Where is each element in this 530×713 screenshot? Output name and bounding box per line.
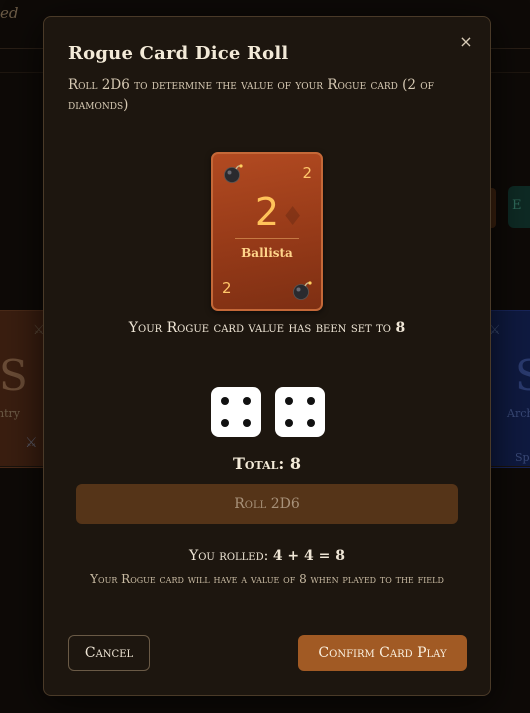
cancel-button[interactable]: Cancel <box>68 635 150 671</box>
card-rank-bottom: 2 <box>222 279 232 297</box>
card-rank-top: 2 <box>302 164 312 182</box>
card-value-message-text: Your Rogue card value has been set to <box>128 320 391 336</box>
roll-result-label: You rolled: <box>188 548 269 564</box>
board-card-left-value: S <box>0 351 28 400</box>
dialog-description: Roll 2D6 to determine the value of your … <box>68 77 434 113</box>
sword-icon: ⚔ <box>25 435 38 451</box>
card-value-message: Your Rogue card value has been set to 8 <box>44 320 490 336</box>
rogue-card: 2 ♦ 2 Ballista 2 <box>211 152 323 311</box>
roll-dice-button[interactable]: Roll 2D6 <box>76 484 458 524</box>
die-pip <box>243 397 251 405</box>
board-side-button: E <box>508 186 530 228</box>
die-2 <box>275 387 325 437</box>
card-center-value: 2 <box>254 190 280 234</box>
bomb-icon <box>293 281 312 300</box>
die-pip <box>285 397 293 405</box>
board-card-right-value: S <box>515 351 530 400</box>
board-status-text: ed <box>0 4 19 22</box>
bomb-icon <box>224 164 243 183</box>
dice-total: Total: 8 <box>233 454 301 473</box>
close-icon[interactable]: × <box>458 34 474 50</box>
confirm-card-play-button[interactable]: Confirm Card Play <box>298 635 467 671</box>
card-divider <box>235 238 299 239</box>
card-value: 8 <box>395 320 406 336</box>
card-unit-name: Ballista <box>241 246 293 260</box>
die-pip <box>243 419 251 427</box>
board-card-right-label: Arch <box>507 407 530 420</box>
board-side-button-label: E <box>512 198 522 213</box>
die-pip <box>221 419 229 427</box>
roll-result: You rolled: 4 + 4 = 8 <box>44 548 490 564</box>
die-pip <box>221 397 229 405</box>
rogue-dice-roll-dialog: Rogue Card Dice Roll × Roll 2D6 to deter… <box>43 16 491 696</box>
roll-result-note: Your Rogue card will have a value of 8 w… <box>90 572 444 586</box>
roll-result-expression: 4 + 4 = 8 <box>272 548 345 564</box>
die-1 <box>211 387 261 437</box>
dialog-title: Rogue Card Dice Roll <box>68 43 289 64</box>
board-card-right-sublabel: Sp <box>515 451 530 464</box>
board-card-left-label: ntry <box>0 407 20 420</box>
die-pip <box>285 419 293 427</box>
die-pip <box>307 397 315 405</box>
die-pip <box>307 419 315 427</box>
